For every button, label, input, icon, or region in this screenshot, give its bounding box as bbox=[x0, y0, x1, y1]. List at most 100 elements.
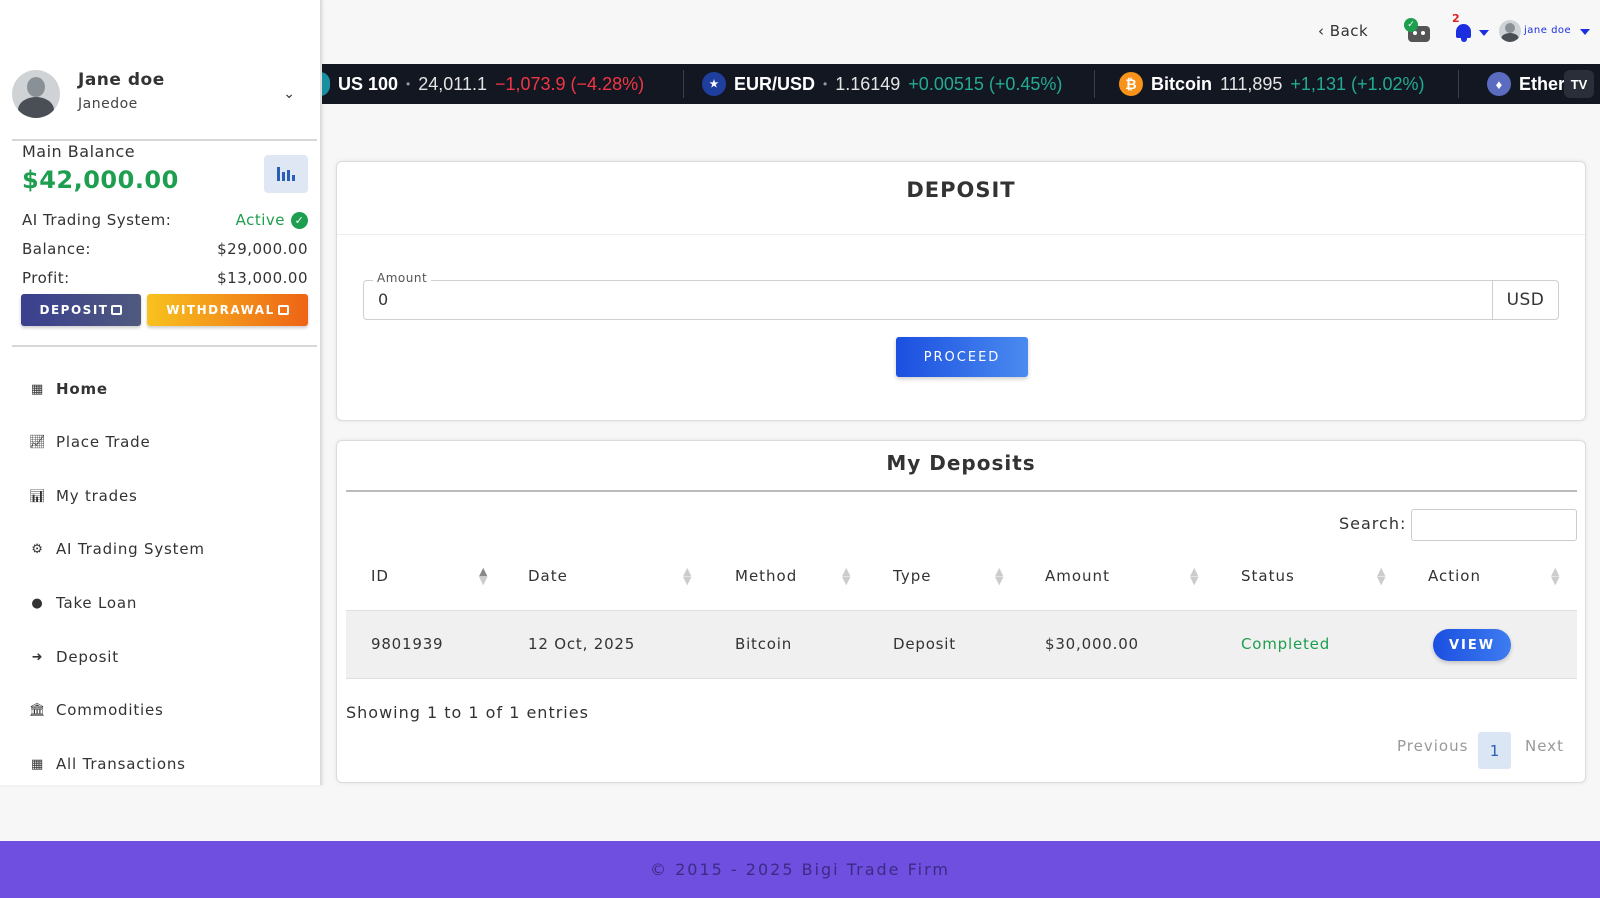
sort-icon[interactable]: ▲ ▼ bbox=[995, 566, 1003, 586]
sort-icon[interactable]: ▲ ▼ bbox=[1190, 566, 1198, 586]
cell-id: 9801939 bbox=[371, 635, 444, 653]
ticker-item-ether[interactable]: ♦ Ether bbox=[1487, 64, 1565, 104]
balance-row: Balance: $29,000.00 bbox=[22, 240, 308, 258]
user-avatar[interactable] bbox=[1499, 20, 1521, 42]
cell-type: Deposit bbox=[893, 635, 956, 653]
balance-label: Balance: bbox=[22, 240, 91, 258]
sort-icon[interactable]: ▲ ▼ bbox=[479, 566, 487, 586]
back-link[interactable]: ‹ Back bbox=[1318, 22, 1368, 40]
sidebar-item-take-loan[interactable]: ● Take Loan bbox=[29, 594, 137, 612]
column-header-date[interactable]: Date bbox=[528, 567, 568, 585]
balance-value: $29,000.00 bbox=[217, 240, 308, 258]
sidebar-item-place-trade[interactable]: 📈︎ Place Trade bbox=[29, 433, 151, 451]
column-header-type[interactable]: Type bbox=[893, 567, 931, 585]
chevron-down-icon[interactable]: ⌄ bbox=[283, 86, 295, 102]
sort-icon[interactable]: ▲ ▼ bbox=[683, 566, 691, 586]
search-input[interactable] bbox=[1411, 509, 1577, 541]
profit-value: $13,000.00 bbox=[217, 269, 308, 287]
stats-button[interactable] bbox=[264, 155, 308, 193]
amount-input[interactable]: 0 bbox=[378, 290, 388, 309]
sidebar: Jane doe Janedoe ⌄ Main Balance $42,000.… bbox=[0, 0, 322, 785]
sidebar-item-label: All Transactions bbox=[56, 755, 186, 773]
column-header-id[interactable]: ID bbox=[371, 567, 389, 585]
sidebar-item-home[interactable]: ▦ Home bbox=[29, 380, 108, 398]
ethereum-icon: ♦ bbox=[1487, 72, 1511, 96]
amount-label: Amount bbox=[373, 271, 432, 285]
sort-icon[interactable]: ▲ ▼ bbox=[1551, 566, 1559, 586]
pagination-next[interactable]: Next bbox=[1525, 737, 1564, 755]
ticker-change: +0.00515 (+0.45%) bbox=[908, 73, 1063, 94]
sidebar-item-label: Commodities bbox=[56, 701, 164, 719]
avatar bbox=[12, 70, 60, 118]
ticker-separator bbox=[1458, 70, 1459, 98]
sidebar-item-label: AI Trading System bbox=[56, 540, 205, 558]
cell-amount: $30,000.00 bbox=[1045, 635, 1139, 653]
table-row: 9801939 12 Oct, 2025 Bitcoin Deposit $30… bbox=[346, 610, 1577, 679]
main-balance-label: Main Balance bbox=[22, 142, 136, 161]
price-ticker[interactable]: US 100 • 24,011.1 −1,073.9 (−4.28%) ★ EU… bbox=[322, 64, 1600, 104]
ticker-symbol: US 100 bbox=[338, 73, 399, 94]
dashboard-icon: ▦ bbox=[30, 381, 45, 397]
ticker-symbol: EUR/USD bbox=[734, 73, 816, 94]
ticker-symbol: Bitcoin bbox=[1151, 73, 1212, 94]
profile-dropdown[interactable]: Jane doe Janedoe ⌄ bbox=[12, 68, 317, 138]
ai-trading-label: AI Trading System: bbox=[22, 211, 172, 229]
robot-status-icon[interactable]: ✓ bbox=[1404, 18, 1432, 44]
sidebar-item-label: Place Trade bbox=[56, 433, 151, 451]
tradingview-logo-icon[interactable]: TV bbox=[1564, 70, 1594, 98]
sort-icon[interactable]: ▲ ▼ bbox=[1377, 566, 1385, 586]
column-header-status[interactable]: Status bbox=[1241, 567, 1295, 585]
profit-row: Profit: $13,000.00 bbox=[22, 269, 308, 287]
eur-usd-flag-icon: ★ bbox=[702, 72, 726, 96]
caret-down-icon[interactable] bbox=[1580, 29, 1590, 35]
line-chart-icon: 📈︎ bbox=[29, 434, 47, 450]
currency-addon: USD bbox=[1492, 280, 1559, 320]
ticker-change: −1,073.9 (−4.28%) bbox=[494, 73, 645, 94]
column-header-amount[interactable]: Amount bbox=[1045, 567, 1110, 585]
column-header-action[interactable]: Action bbox=[1428, 567, 1481, 585]
search-label: Search: bbox=[1339, 514, 1407, 533]
table-info: Showing 1 to 1 of 1 entries bbox=[346, 703, 589, 722]
deposit-button[interactable]: DEPOSIT bbox=[21, 294, 141, 326]
sidebar-item-ai-trading[interactable]: ⚙ AI Trading System bbox=[29, 540, 205, 558]
ticker-price: 1.16149 bbox=[835, 73, 901, 94]
ticker-price: 111,895 bbox=[1220, 73, 1283, 94]
profit-label: Profit: bbox=[22, 269, 70, 287]
divider bbox=[346, 490, 1577, 492]
bar-chart-icon: 📊︎ bbox=[29, 488, 47, 504]
proceed-button[interactable]: PROCEED bbox=[896, 337, 1028, 377]
wallet-icon bbox=[277, 305, 289, 315]
profile-username: Janedoe bbox=[78, 96, 138, 112]
deposit-title: DEPOSIT bbox=[906, 178, 1016, 202]
bar-chart-icon bbox=[277, 167, 295, 181]
sort-icon[interactable]: ▲ ▼ bbox=[842, 566, 850, 586]
withdrawal-button[interactable]: WITHDRAWAL bbox=[147, 294, 308, 326]
sidebar-item-label: Deposit bbox=[56, 648, 119, 666]
pagination-page-1[interactable]: 1 bbox=[1478, 732, 1511, 769]
column-header-method[interactable]: Method bbox=[735, 567, 797, 585]
ticker-change: +1,131 (+1.02%) bbox=[1290, 73, 1425, 94]
sidebar-item-label: Take Loan bbox=[56, 594, 138, 612]
ticker-item-eurusd[interactable]: ★ EUR/USD • 1.16149 +0.00515 (+0.45%) bbox=[702, 64, 1062, 104]
sidebar-item-deposit[interactable]: ➜ Deposit bbox=[29, 648, 119, 666]
sidebar-item-commodities[interactable]: 🏛︎ Commodities bbox=[29, 701, 164, 719]
notifications-button[interactable]: 2 bbox=[1452, 12, 1492, 44]
back-label: Back bbox=[1329, 22, 1369, 40]
user-name: jane doe bbox=[1524, 25, 1572, 36]
user-menu[interactable]: jane doe bbox=[1524, 25, 1571, 36]
ticker-item-us100[interactable]: US 100 • 24,011.1 −1,073.9 (−4.28%) bbox=[322, 64, 644, 104]
chevron-left-icon: ‹ bbox=[1318, 22, 1325, 40]
my-deposits-title: My Deposits bbox=[886, 451, 1036, 475]
caret-down-icon bbox=[1479, 30, 1489, 36]
ticker-item-bitcoin[interactable]: ₿ Bitcoin 111,895 +1,131 (+1.02%) bbox=[1119, 64, 1425, 104]
pagination-previous[interactable]: Previous bbox=[1397, 737, 1468, 755]
sidebar-item-all-transactions[interactable]: ▦ All Transactions bbox=[29, 755, 186, 773]
view-button[interactable]: VIEW bbox=[1433, 629, 1511, 661]
notification-count: 2 bbox=[1452, 12, 1460, 25]
amount-field[interactable]: Amount 0 bbox=[363, 271, 1493, 320]
piggy-bank-icon: ● bbox=[31, 595, 44, 611]
sidebar-item-my-trades[interactable]: 📊︎ My trades bbox=[29, 487, 138, 505]
ticker-separator bbox=[683, 70, 684, 98]
divider bbox=[337, 234, 1585, 235]
ticker-separator bbox=[1094, 70, 1095, 98]
